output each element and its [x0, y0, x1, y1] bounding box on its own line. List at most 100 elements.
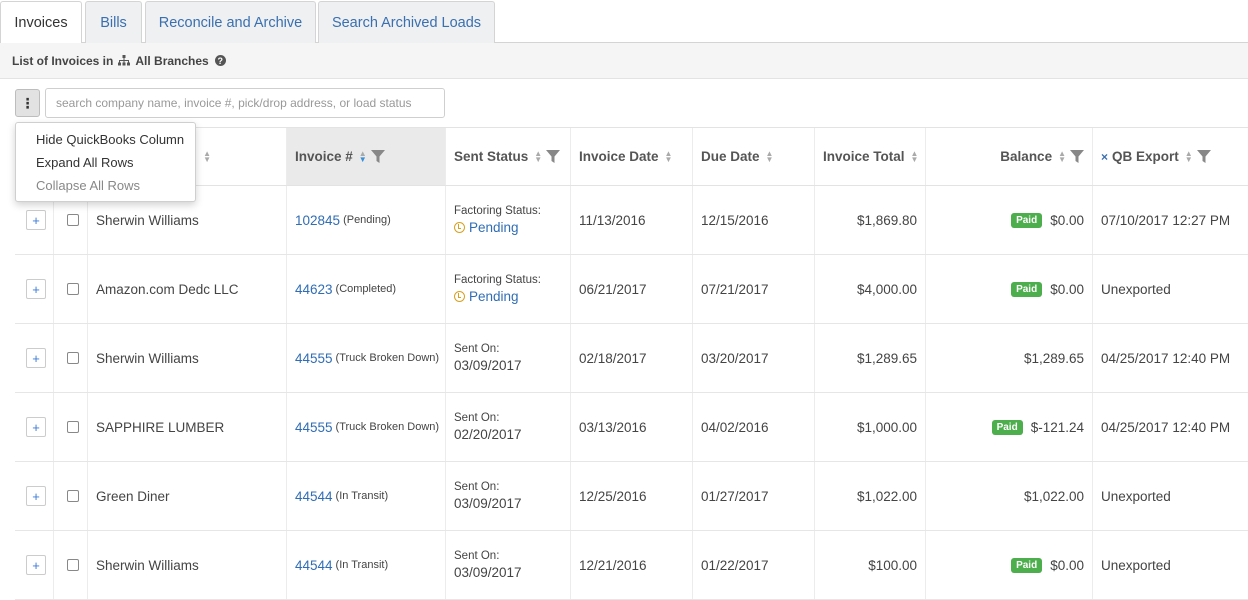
due-date-cell: 03/20/2017 — [693, 324, 815, 392]
invoice-link[interactable]: 44544 — [295, 489, 333, 504]
due-date-cell: 04/02/2016 — [693, 393, 815, 461]
due-date: 03/20/2017 — [701, 350, 769, 366]
due-date-cell: 01/22/2017 — [693, 531, 815, 599]
header-invoice-num[interactable]: Invoice # ▲ ▼ — [287, 128, 446, 185]
row-checkbox[interactable] — [67, 421, 79, 433]
sort-icon[interactable]: ▲ ▼ — [1058, 149, 1066, 163]
table-row: + SAPPHIRE LUMBER 44555 (Truck Broken Down)… — [15, 393, 1248, 462]
sort-icon[interactable]: ▲ ▼ — [1185, 149, 1193, 163]
table-header: ▲ ▼ Invoice # ▲ ▼ Sent Status ▲ ▼ Invoice D… — [15, 127, 1248, 186]
sort-icon[interactable]: ▲ ▼ — [534, 149, 542, 163]
balance-value: $0.00 — [1050, 557, 1084, 573]
expand-row-button[interactable]: + — [26, 417, 46, 437]
expand-row-button[interactable]: + — [26, 210, 46, 230]
invoice-total: $100.00 — [868, 557, 917, 573]
table-row: + Green Diner 44544 (In Transit) Sent On: 03/… — [15, 462, 1248, 531]
due-date: 01/27/2017 — [701, 488, 769, 504]
invoice-link[interactable]: 102845 — [295, 213, 340, 228]
header-sent-status[interactable]: Sent Status ▲ ▼ — [446, 128, 571, 185]
due-date: 07/21/2017 — [701, 281, 769, 297]
table-row: + Amazon.com Dedc LLC 44623 (Completed) Fact… — [15, 255, 1248, 324]
menu-item-expand-all[interactable]: Expand All Rows — [16, 151, 195, 174]
sent-status-cell: Sent On: 03/09/2017 — [446, 324, 571, 392]
sent-status-label: Factoring Status: — [454, 274, 541, 286]
expand-row-button[interactable]: + — [26, 555, 46, 575]
invoice-date: 11/13/2016 — [579, 212, 646, 228]
row-checkbox[interactable] — [67, 214, 79, 226]
invoice-date-cell: 12/25/2016 — [571, 462, 693, 530]
invoice-total-cell: $1,022.00 — [815, 462, 926, 530]
select-cell — [54, 531, 88, 599]
due-date-cell: 07/21/2017 — [693, 255, 815, 323]
header-qb-export[interactable]: × QB Export ▲ ▼ — [1093, 128, 1248, 185]
factoring-status-link[interactable]: Pending — [469, 220, 519, 235]
header-invoice-total[interactable]: Invoice Total ▲ ▼ — [815, 128, 926, 185]
header-sent-status-label: Sent Status — [454, 149, 529, 164]
company-name: Amazon.com Dedc LLC — [96, 281, 239, 297]
invoice-date: 12/21/2016 — [579, 557, 647, 573]
expand-cell: + — [15, 324, 54, 392]
tab-bills[interactable]: Bills — [85, 1, 142, 43]
help-icon[interactable]: ? — [214, 55, 226, 66]
invoice-link[interactable]: 44544 — [295, 558, 333, 573]
factoring-status-link[interactable]: Pending — [469, 289, 519, 304]
tab-search-archived-loads[interactable]: Search Archived Loads — [318, 1, 495, 43]
header-due-date[interactable]: Due Date ▲ ▼ — [693, 128, 815, 185]
expand-row-button[interactable]: + — [26, 348, 46, 368]
invoice-date: 03/13/2016 — [579, 419, 647, 435]
header-invoice-total-label: Invoice Total — [823, 149, 905, 164]
sort-icon[interactable]: ▲ ▼ — [911, 149, 919, 163]
sent-status-cell: Factoring Status: Pending — [446, 255, 571, 323]
balance-cell: $1,289.65 — [926, 324, 1093, 392]
header-balance[interactable]: Balance ▲ ▼ — [926, 128, 1093, 185]
table-options-button[interactable]: ⋮ — [15, 89, 40, 117]
branch-scope[interactable]: All Branches — [135, 54, 208, 68]
qb-export-value: 07/10/2017 12:27 PM — [1101, 212, 1231, 228]
qb-export-cell: Unexported — [1093, 531, 1248, 599]
menu-item-hide-quickbooks[interactable]: Hide QuickBooks Column — [16, 128, 195, 151]
filter-icon[interactable] — [1070, 149, 1084, 164]
expand-row-button[interactable]: + — [26, 279, 46, 299]
table-row: + Sherwin Williams 44544 (In Transit) Sent O… — [15, 531, 1248, 600]
expand-cell: + — [15, 393, 54, 461]
header-invoice-date[interactable]: Invoice Date ▲ ▼ — [571, 128, 693, 185]
load-status: (In Transit) — [335, 490, 389, 502]
sent-status-cell: Sent On: 03/09/2017 — [446, 462, 571, 530]
balance-cell: Paid $0.00 — [926, 186, 1093, 254]
company-cell: Amazon.com Dedc LLC — [88, 255, 287, 323]
filter-icon[interactable] — [546, 149, 561, 164]
load-status: (In Transit) — [335, 559, 389, 571]
sort-desc-icon[interactable]: ▲ ▼ — [359, 149, 367, 163]
tab-reconcile-archive[interactable]: Reconcile and Archive — [145, 1, 316, 43]
sort-icon[interactable]: ▲ ▼ — [766, 149, 774, 163]
tab-invoices[interactable]: Invoices — [0, 1, 82, 44]
load-status: (Truck Broken Down) — [335, 352, 440, 364]
sent-date: 03/09/2017 — [454, 565, 522, 580]
qb-export-cell: Unexported — [1093, 462, 1248, 530]
expand-row-button[interactable]: + — [26, 486, 46, 506]
invoice-link[interactable]: 44555 — [295, 351, 333, 366]
sort-icon[interactable]: ▲ ▼ — [665, 149, 673, 163]
invoice-total: $1,869.80 — [856, 212, 917, 228]
select-cell — [54, 255, 88, 323]
invoice-date-cell: 06/21/2017 — [571, 255, 693, 323]
filter-icon[interactable] — [1196, 149, 1211, 164]
qb-export-value: Unexported — [1101, 281, 1171, 297]
row-checkbox[interactable] — [67, 559, 79, 571]
row-checkbox[interactable] — [67, 283, 79, 295]
balance-value: $0.00 — [1050, 281, 1084, 297]
invoice-total: $1,022.00 — [856, 488, 917, 504]
paid-badge: Paid — [1011, 212, 1043, 228]
row-checkbox[interactable] — [67, 352, 79, 364]
row-checkbox[interactable] — [67, 490, 79, 502]
expand-cell: + — [15, 462, 54, 530]
sort-icon[interactable]: ▲ ▼ — [203, 149, 211, 163]
menu-item-collapse-all[interactable]: Collapse All Rows — [16, 174, 195, 197]
list-header-prefix: List of Invoices in — [12, 53, 114, 68]
invoice-link[interactable]: 44623 — [295, 282, 333, 297]
filter-icon[interactable] — [370, 149, 385, 164]
select-cell — [54, 324, 88, 392]
remove-column-icon[interactable]: × — [1101, 150, 1108, 164]
search-input[interactable] — [45, 88, 445, 118]
invoice-link[interactable]: 44555 — [295, 420, 333, 435]
